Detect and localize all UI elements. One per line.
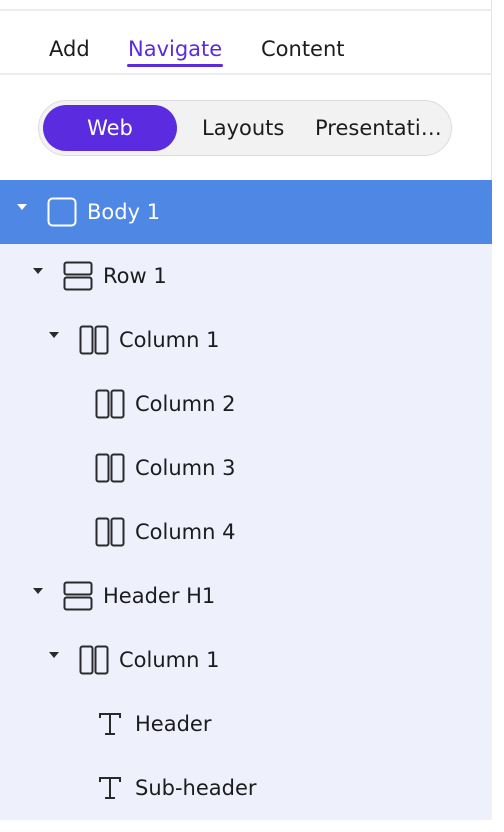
tab-content[interactable]: Content: [261, 35, 345, 63]
tree-item-label: Body 1: [87, 200, 161, 224]
expand-caret-icon[interactable]: [17, 204, 27, 210]
tree-item-label: Column 3: [135, 456, 236, 480]
expand-caret-icon[interactable]: [49, 332, 59, 338]
view-web-button[interactable]: Web: [43, 105, 177, 151]
row-icon: [63, 581, 93, 611]
tree-item-label: Header H1: [103, 584, 216, 608]
expand-caret-icon[interactable]: [33, 588, 43, 594]
tree-item-header[interactable]: Header: [0, 692, 492, 756]
panel-tabs: Add Navigate Content: [0, 11, 492, 75]
tree-item-column-1[interactable]: Column 1: [0, 308, 492, 372]
tab-navigate[interactable]: Navigate: [126, 35, 224, 67]
view-presentation-button[interactable]: Presentati…: [315, 105, 443, 151]
column-icon: [95, 517, 125, 547]
tree-item-label: Column 1: [119, 328, 220, 352]
body-icon: [47, 197, 77, 227]
tree-item-row-1[interactable]: Row 1: [0, 244, 492, 308]
tree-item-label: Header: [135, 712, 212, 736]
tab-add[interactable]: Add: [49, 35, 90, 63]
tree-item-label: Column 2: [135, 392, 236, 416]
expand-caret-icon[interactable]: [49, 652, 59, 658]
tree-item-header-h1[interactable]: Header H1: [0, 564, 492, 628]
tree-item-column-3[interactable]: Column 3: [0, 436, 492, 500]
column-icon: [79, 325, 109, 355]
tree-item-label: Column 4: [135, 520, 236, 544]
tree-item-label: Sub-header: [135, 776, 257, 800]
column-icon: [95, 389, 125, 419]
column-icon: [79, 645, 109, 675]
expand-caret-icon[interactable]: [33, 268, 43, 274]
view-switch: Web Layouts Presentati…: [38, 100, 452, 156]
tree-item-body-1[interactable]: Body 1: [0, 180, 492, 244]
view-layouts-button[interactable]: Layouts: [202, 105, 284, 151]
navigator-panel: Add Navigate Content Web Layouts Present…: [0, 0, 492, 832]
tree-item-column-4[interactable]: Column 4: [0, 500, 492, 564]
tree-item-column-1-header[interactable]: Column 1: [0, 628, 492, 692]
panel-bottom-edge: [0, 820, 492, 832]
column-icon: [95, 453, 125, 483]
text-icon: [99, 713, 121, 735]
tree-item-label: Column 1: [119, 648, 220, 672]
row-icon: [63, 261, 93, 291]
tree-item-column-2[interactable]: Column 2: [0, 372, 492, 436]
element-tree: Body 1 Row 1 Column 1 Column 2 Column 3 …: [0, 180, 492, 820]
tree-item-sub-header[interactable]: Sub-header: [0, 756, 492, 820]
text-icon: [99, 777, 121, 799]
tree-item-label: Row 1: [103, 264, 167, 288]
